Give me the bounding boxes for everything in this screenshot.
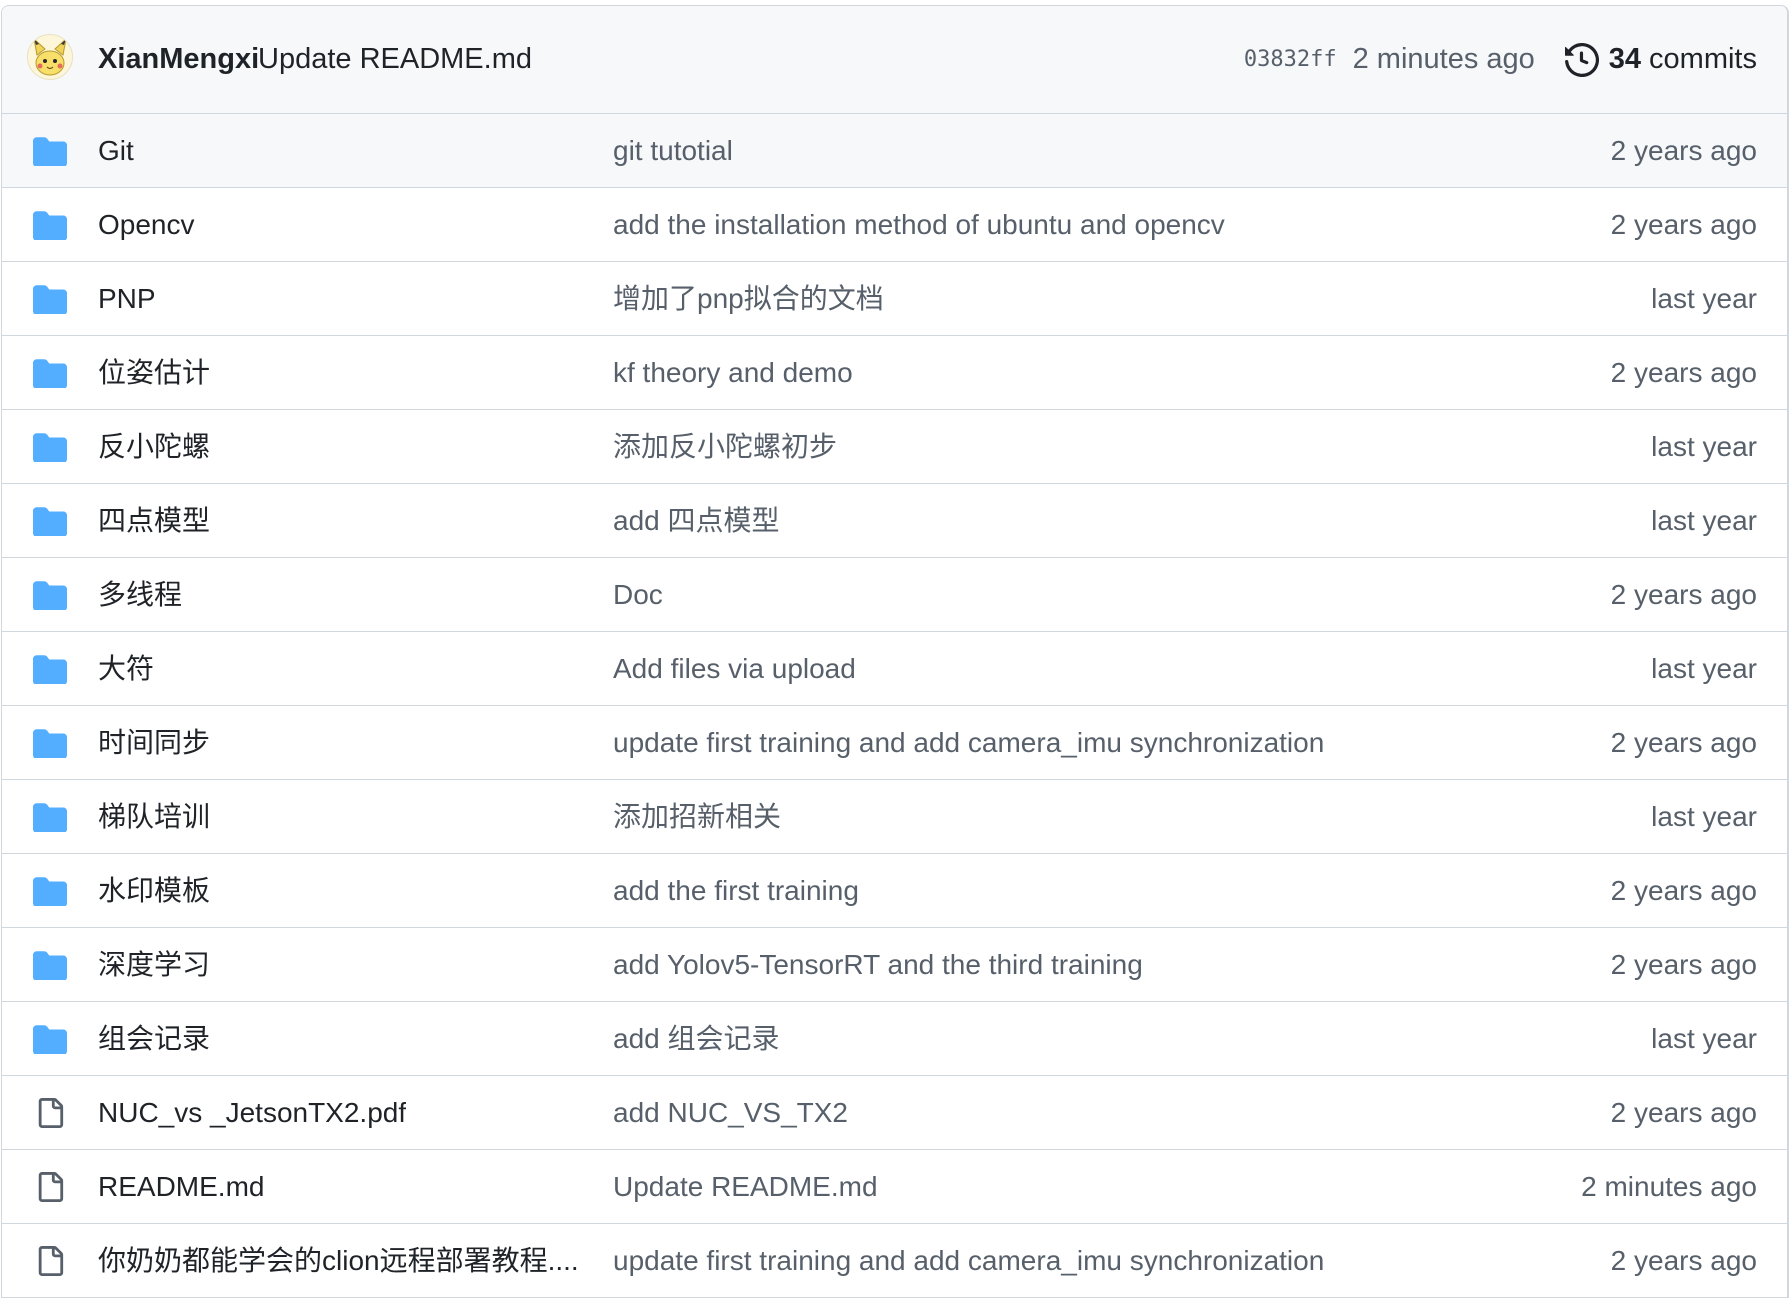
commit-age: last year — [1651, 653, 1757, 684]
folder-icon — [33, 432, 67, 463]
commit-message-link[interactable]: Update README.md — [258, 6, 532, 113]
commit-age: 2 minutes ago — [1352, 43, 1535, 75]
file-row[interactable]: 大符 Add files via upload last year — [2, 631, 1787, 705]
folder-name-link[interactable]: 反小陀螺 — [98, 410, 210, 483]
file-row[interactable]: Git git tutotial 2 years ago — [2, 114, 1787, 187]
folder-name-link[interactable]: 组会记录 — [98, 1002, 210, 1075]
commit-message-link[interactable]: add Yolov5-TensorRT and the third traini… — [613, 928, 1143, 1001]
commit-message-link[interactable]: add 组会记录 — [613, 1002, 780, 1075]
file-row[interactable]: NUC_vs _JetsonTX2.pdf add NUC_VS_TX2 2 yea… — [2, 1075, 1787, 1149]
file-row[interactable]: 位姿估计 kf theory and demo 2 years ago — [2, 335, 1787, 409]
commit-age: 2 years ago — [1610, 209, 1757, 240]
folder-icon — [33, 358, 67, 389]
commit-message-link[interactable]: 增加了pnp拟合的文档 — [613, 262, 884, 335]
file-name-link[interactable]: 你奶奶都能学会的clion远程部署教程.... — [98, 1224, 578, 1297]
folder-icon — [33, 136, 67, 167]
commit-count[interactable]: 34 — [1609, 43, 1641, 76]
file-row[interactable]: 时间同步 update first training and add camera… — [2, 705, 1787, 779]
folder-name-link[interactable]: 大符 — [98, 632, 154, 705]
commit-age: 2 years ago — [1610, 727, 1757, 758]
folder-icon — [33, 284, 67, 315]
commit-count-label[interactable]: commits — [1649, 43, 1757, 76]
file-icon — [35, 1170, 69, 1202]
folder-icon — [33, 654, 67, 685]
file-name-link[interactable]: NUC_vs _JetsonTX2.pdf — [98, 1076, 406, 1149]
commit-message-link[interactable]: git tutotial — [613, 114, 733, 187]
commit-age: last year — [1651, 505, 1757, 536]
commit-author-link[interactable]: XianMengxi — [98, 6, 259, 113]
commit-message-link[interactable]: Update README.md — [613, 1150, 878, 1223]
file-row[interactable]: 四点模型 add 四点模型 last year — [2, 483, 1787, 557]
commit-message-link[interactable]: Doc — [613, 558, 663, 631]
commit-age: last year — [1651, 1023, 1757, 1054]
commit-age: 2 years ago — [1610, 579, 1757, 610]
folder-name-link[interactable]: 四点模型 — [98, 484, 210, 557]
folder-icon — [33, 728, 67, 759]
folder-icon — [33, 580, 67, 611]
file-icon — [35, 1244, 69, 1276]
commit-meta: 03832ff 2 minutes ago 34 commits — [1244, 6, 1757, 113]
folder-name-link[interactable]: 时间同步 — [98, 706, 210, 779]
commit-age: 2 years ago — [1610, 875, 1757, 906]
file-list: Git git tutotial 2 years ago Opencv add the … — [2, 114, 1787, 1297]
commit-message-link[interactable]: 添加反小陀螺初步 — [613, 410, 837, 483]
commit-age: 2 years ago — [1610, 357, 1757, 388]
folder-icon — [33, 1024, 67, 1055]
pikachu-avatar-icon — [28, 35, 72, 79]
commit-message-link[interactable]: kf theory and demo — [613, 336, 853, 409]
commit-age: last year — [1651, 431, 1757, 462]
file-icon — [35, 1096, 69, 1128]
file-row[interactable]: README.md Update README.md 2 minutes ago — [2, 1149, 1787, 1223]
folder-name-link[interactable]: 深度学习 — [98, 928, 210, 1001]
file-name-link[interactable]: README.md — [98, 1150, 264, 1223]
commit-message-link[interactable]: 添加招新相关 — [613, 780, 781, 853]
commit-message-link[interactable]: update first training and add camera_imu… — [613, 1224, 1324, 1297]
file-row[interactable]: 梯队培训 添加招新相关 last year — [2, 779, 1787, 853]
folder-name-link[interactable]: Opencv — [98, 188, 195, 261]
commit-message-link[interactable]: Add files via upload — [613, 632, 856, 705]
folder-icon — [33, 210, 67, 241]
commit-age: 2 minutes ago — [1581, 1171, 1757, 1202]
file-browser: XianMengxi Update README.md 03832ff 2 mi… — [1, 5, 1789, 1298]
commit-message-link[interactable]: add the first training — [613, 854, 859, 927]
file-row[interactable]: 多线程 Doc 2 years ago — [2, 557, 1787, 631]
commit-age: last year — [1651, 283, 1757, 314]
folder-name-link[interactable]: Git — [98, 114, 134, 187]
history-icon[interactable] — [1564, 42, 1599, 77]
folder-name-link[interactable]: 多线程 — [98, 558, 182, 631]
folder-icon — [33, 950, 67, 981]
latest-commit-bar: XianMengxi Update README.md 03832ff 2 mi… — [2, 6, 1787, 114]
file-row[interactable]: 组会记录 add 组会记录 last year — [2, 1001, 1787, 1075]
file-row[interactable]: 深度学习 add Yolov5-TensorRT and the third tr… — [2, 927, 1787, 1001]
folder-name-link[interactable]: PNP — [98, 262, 156, 335]
file-row[interactable]: 你奶奶都能学会的clion远程部署教程.... update first trai… — [2, 1223, 1787, 1297]
commit-message-link[interactable]: add 四点模型 — [613, 484, 780, 557]
file-row[interactable]: 反小陀螺 添加反小陀螺初步 last year — [2, 409, 1787, 483]
commit-message-link[interactable]: add the installation method of ubuntu an… — [613, 188, 1225, 261]
commit-message-link[interactable]: add NUC_VS_TX2 — [613, 1076, 848, 1149]
folder-icon — [33, 876, 67, 907]
author-avatar[interactable] — [27, 34, 73, 80]
commit-message-link[interactable]: update first training and add camera_imu… — [613, 706, 1324, 779]
folder-icon — [33, 506, 67, 537]
commit-age: 2 years ago — [1610, 949, 1757, 980]
folder-name-link[interactable]: 水印模板 — [98, 854, 210, 927]
commit-age: last year — [1651, 801, 1757, 832]
file-row[interactable]: PNP 增加了pnp拟合的文档 last year — [2, 261, 1787, 335]
folder-name-link[interactable]: 位姿估计 — [98, 336, 210, 409]
folder-icon — [33, 802, 67, 833]
commit-age: 2 years ago — [1610, 135, 1757, 166]
file-row[interactable]: Opencv add the installation method of ubu… — [2, 187, 1787, 261]
file-row[interactable]: 水印模板 add the first training 2 years ago — [2, 853, 1787, 927]
commit-age: 2 years ago — [1610, 1097, 1757, 1128]
commit-sha-link[interactable]: 03832ff — [1244, 47, 1337, 72]
folder-name-link[interactable]: 梯队培训 — [98, 780, 210, 853]
commit-age: 2 years ago — [1610, 1245, 1757, 1276]
